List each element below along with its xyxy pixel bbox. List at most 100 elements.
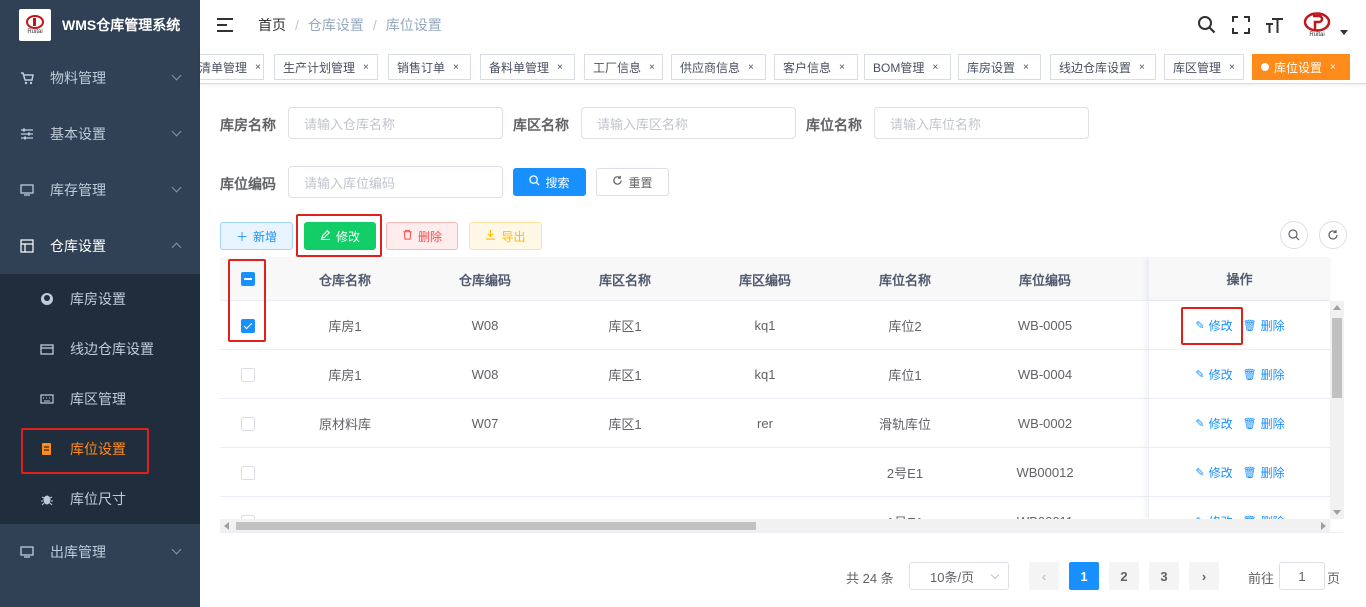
row-delete-link[interactable]: 🗑删除 [1243,415,1285,432]
vertical-scrollbar[interactable] [1330,301,1344,519]
sidebar-item-storehouse[interactable]: 库房设置 [0,274,200,324]
close-icon[interactable]: × [453,62,459,73]
sidebar-item-label: 库存管理 [50,182,106,198]
tag-item[interactable]: 线边仓库设置 × [1050,54,1156,80]
sidebar-logo[interactable]: Ruitai WMS仓库管理系统 [0,0,200,50]
avatar[interactable]: Ruitai [1302,10,1332,40]
location-input[interactable]: 请输入库位名称 [874,107,1089,139]
hamburger-icon[interactable] [217,18,233,32]
search-toggle-button[interactable] [1280,221,1308,249]
close-icon[interactable]: × [932,62,938,73]
tag-item[interactable]: 备料单管理 × [480,54,575,80]
tag-item[interactable]: 清单管理 × [200,54,264,80]
row-edit-link[interactable]: ✎修改 [1195,415,1232,432]
page-button[interactable]: 3 [1149,562,1179,590]
sidebar-item-label: 库房设置 [70,291,126,307]
row-edit-link[interactable]: ✎修改 [1195,366,1232,383]
close-icon[interactable]: × [649,62,655,73]
close-icon[interactable]: × [255,62,261,73]
select-all-checkbox[interactable] [240,272,255,286]
row-delete-link[interactable]: 🗑删除 [1243,464,1285,481]
jump-input[interactable]: 1 [1279,562,1325,590]
table-cell: WB-0005 [1017,318,1073,333]
row-edit-link[interactable]: ✎修改 [1195,317,1232,334]
row-checkbox[interactable] [240,465,255,480]
tag-item[interactable]: 库房设置 × [958,54,1041,80]
search-button[interactable]: 搜索 [513,168,586,196]
delete-button[interactable]: 删除 [386,222,458,250]
sidebar-item-material[interactable]: 物料管理 [0,50,200,106]
sidebar-item-basic[interactable]: 基本设置 [0,106,200,162]
close-icon[interactable]: × [1139,62,1145,73]
add-button[interactable]: ＋ 新增 [220,222,293,250]
tag-item[interactable]: BOM管理 × [864,54,951,80]
tags-view: 清单管理 × 生产计划管理 × 销售订单 × 备料单管理 × 工厂信息 × 供应商信息 × … [200,50,1366,84]
table-cell: WB00012 [1016,465,1074,480]
table-cell: 库位1 [888,368,922,383]
table-cell: 滑轨库位 [878,417,931,432]
row-delete-link[interactable]: 🗑删除 [1243,366,1285,383]
close-icon[interactable]: × [1330,62,1336,73]
edit-button[interactable]: 修改 [304,222,376,250]
close-icon[interactable]: × [1023,62,1029,73]
close-icon[interactable]: × [363,62,369,73]
document-icon [40,442,54,456]
tag-item[interactable]: 销售订单 × [388,54,471,80]
page-size-select[interactable]: 10条/页 [909,562,1009,590]
chevron-down-icon [990,570,1000,580]
table-cell: kq1 [754,367,776,382]
github-icon [40,292,54,306]
tag-item[interactable]: 供应商信息 × [671,54,766,80]
card-icon [40,342,54,356]
sidebar-item-size[interactable]: 库位尺寸 [0,474,200,524]
column-header: 库位名称 [878,272,931,288]
tag-item[interactable]: 工厂信息 × [584,54,663,80]
fullscreen-icon[interactable] [1230,14,1252,36]
row-delete-link[interactable]: 🗑删除 [1243,317,1285,334]
close-icon[interactable]: × [1229,62,1235,73]
page-button[interactable]: 2 [1109,562,1139,590]
next-page-button[interactable]: › [1189,562,1219,590]
page-button[interactable]: 1 [1069,562,1099,590]
tag-item[interactable]: 生产计划管理 × [274,54,378,80]
close-icon[interactable]: × [748,62,754,73]
plus-icon: ＋ [235,229,248,244]
row-checkbox[interactable] [240,367,255,382]
tag-item[interactable]: 客户信息 × [774,54,858,80]
export-button[interactable]: 导出 [469,222,542,250]
zone-input[interactable]: 请输入库区名称 [581,107,796,139]
keyboard-icon [40,392,54,406]
row-actions: ✎修改 🗑删除 [1149,350,1331,399]
close-icon[interactable]: × [557,62,563,73]
cart-icon [20,71,34,85]
tag-item[interactable]: 库区管理 × [1164,54,1244,80]
row-checkbox[interactable] [240,318,255,333]
breadcrumb: 首页 / 仓库设置 / 库位设置 [258,15,442,35]
sidebar-item-inventory[interactable]: 库存管理 [0,162,200,218]
code-input[interactable]: 请输入库位编码 [288,166,503,198]
prev-page-button[interactable]: ‹ [1029,562,1059,590]
horizontal-scrollbar[interactable] [220,519,1330,532]
tag-item-active[interactable]: 库位设置 × [1252,54,1350,80]
table-cell: 库区1 [608,319,642,334]
trash-icon [402,229,413,243]
sidebar-item-lineside[interactable]: 线边仓库设置 [0,324,200,374]
sidebar-item-warehouse[interactable]: 仓库设置 [0,218,200,274]
font-size-icon[interactable] [1264,14,1286,36]
search-icon[interactable] [1196,14,1218,36]
row-checkbox[interactable] [240,416,255,431]
sidebar-item-location[interactable]: 库位设置 [0,424,200,474]
warehouse-input[interactable]: 请输入仓库名称 [288,107,503,139]
monitor-icon [20,545,34,559]
table-cell: W08 [471,318,499,333]
refresh-icon [1328,230,1338,240]
refresh-button[interactable] [1319,221,1347,249]
close-icon[interactable]: × [839,62,845,73]
breadcrumb-home[interactable]: 首页 [258,15,286,35]
caret-down-icon[interactable] [1340,29,1348,35]
row-edit-link[interactable]: ✎修改 [1195,464,1232,481]
sidebar-item-zone[interactable]: 库区管理 [0,374,200,424]
trash-icon: 🗑 [1242,466,1257,479]
sidebar-item-outbound[interactable]: 出库管理 [0,524,200,580]
reset-button[interactable]: 重置 [596,168,669,196]
